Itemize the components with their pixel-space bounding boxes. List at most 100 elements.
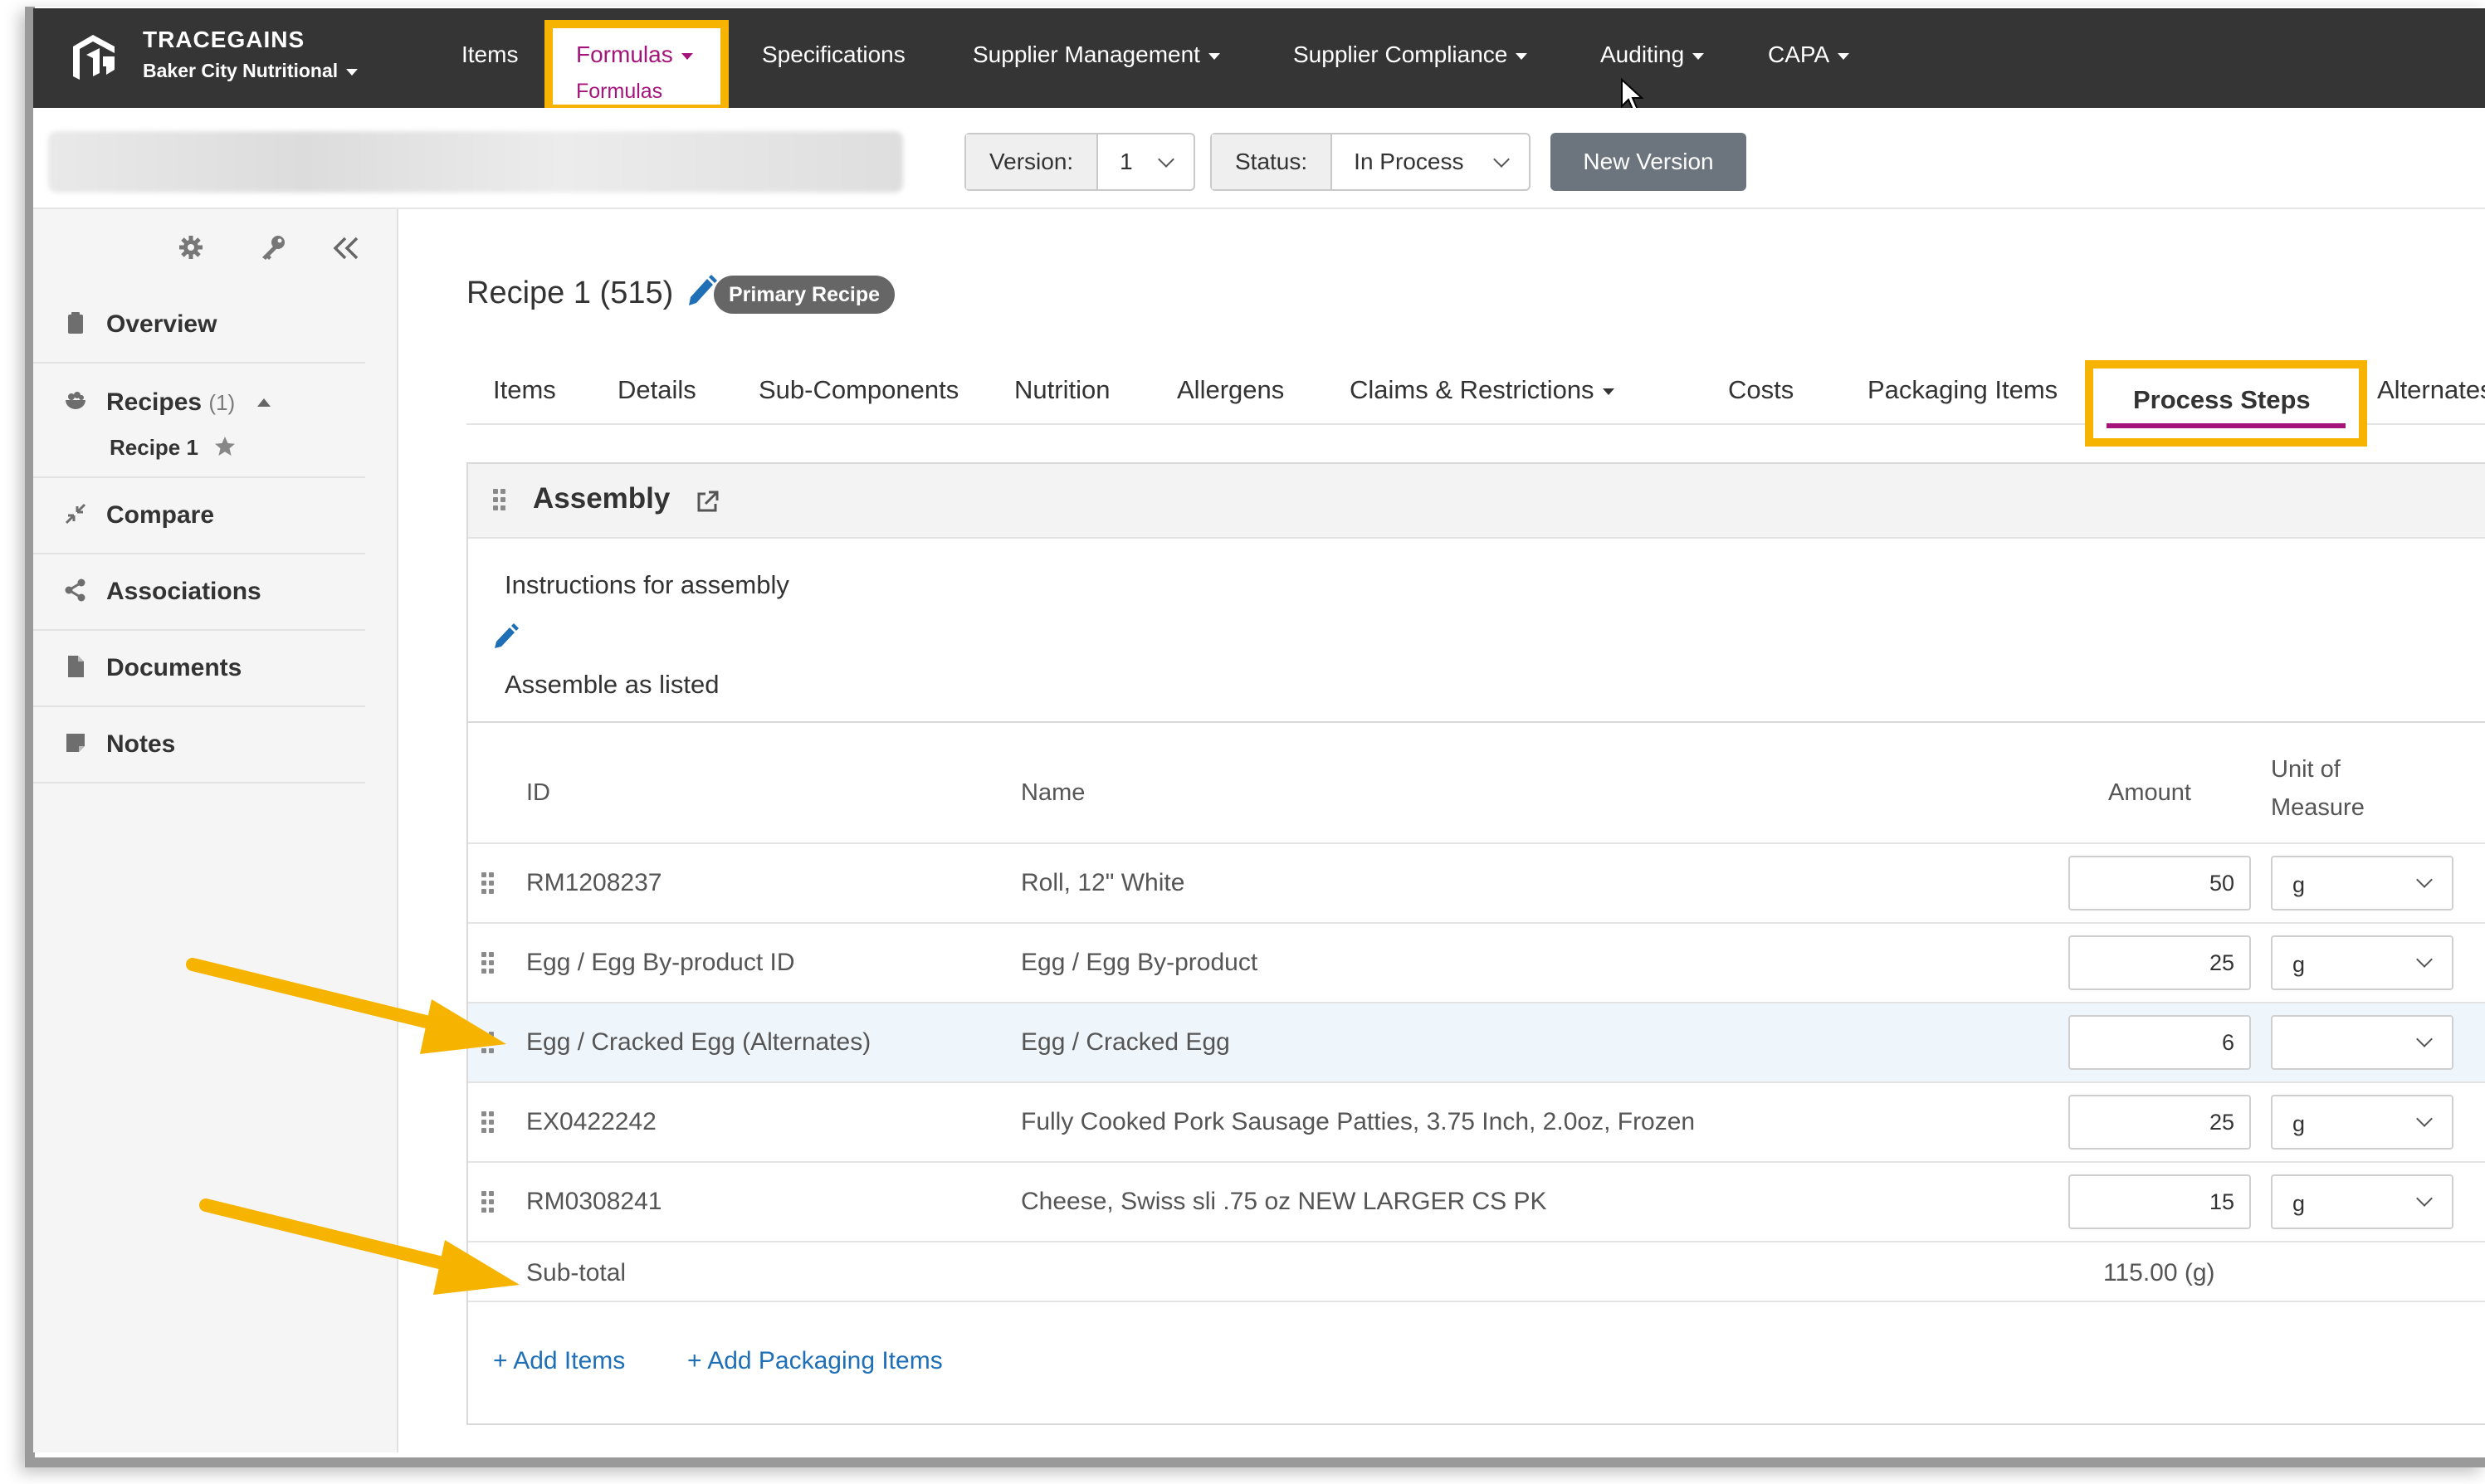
sidebar-item-overview[interactable]: Overview bbox=[33, 286, 365, 364]
star-icon bbox=[215, 437, 236, 456]
status-label: Status: bbox=[1212, 134, 1333, 189]
tab-packaging-items[interactable]: Packaging Items bbox=[1867, 375, 2058, 405]
column-header-amount: Amount bbox=[2108, 779, 2191, 806]
uom-select[interactable] bbox=[2271, 1015, 2453, 1070]
column-header-name: Name bbox=[1021, 779, 1086, 806]
page-title: Recipe 1 (515) bbox=[466, 276, 674, 310]
table-row[interactable]: RM1208237 Roll, 12" White 50 g bbox=[468, 842, 2485, 924]
nav-formulas-highlight[interactable]: Formulas Formulas bbox=[544, 20, 729, 113]
sidebar-item-recipes-label: Recipes (1) bbox=[106, 388, 271, 417]
recipe-tabs: Items Details Sub-Components Nutrition A… bbox=[466, 360, 2485, 447]
nav-auditing[interactable]: Auditing bbox=[1600, 41, 1705, 68]
app-window: TRACEGAINS Baker City Nutritional Items … bbox=[33, 8, 2485, 1452]
main-content: Recipe 1 (515) Primary Recipe Items Deta… bbox=[398, 209, 2485, 1452]
nav-items[interactable]: Items bbox=[461, 41, 518, 68]
caret-up-icon[interactable] bbox=[256, 398, 271, 407]
amount-input[interactable]: 15 bbox=[2068, 1174, 2251, 1229]
sidebar-item-label: Compare bbox=[106, 501, 215, 529]
org-switcher[interactable]: Baker City Nutritional bbox=[143, 60, 359, 82]
table-row[interactable]: EX0422242 Fully Cooked Pork Sausage Patt… bbox=[468, 1081, 2485, 1163]
caret-down-icon bbox=[346, 68, 359, 76]
external-link-icon[interactable] bbox=[694, 489, 720, 515]
uom-select[interactable]: g bbox=[2271, 1174, 2453, 1229]
nav-capa[interactable]: CAPA bbox=[1768, 41, 1850, 68]
tab-details[interactable]: Details bbox=[618, 375, 696, 405]
caret-down-icon bbox=[681, 52, 693, 60]
nav-specifications[interactable]: Specifications bbox=[762, 41, 906, 68]
nav-supplier-compliance[interactable]: Supplier Compliance bbox=[1293, 41, 1528, 68]
formula-subheader: Version: 1 Status: In Process New Versio… bbox=[33, 108, 2485, 209]
amount-input[interactable]: 25 bbox=[2068, 935, 2251, 990]
edit-pencil-icon[interactable] bbox=[684, 272, 717, 307]
table-row[interactable]: RM0308241 Cheese, Swiss sli .75 oz NEW L… bbox=[468, 1161, 2485, 1242]
tracegains-logo-icon[interactable] bbox=[68, 32, 120, 83]
nav-supplier-compliance-label: Supplier Compliance bbox=[1293, 41, 1508, 67]
sidebar-item-notes[interactable]: Notes bbox=[33, 705, 365, 783]
row-id: RM0308241 bbox=[526, 1188, 662, 1215]
uom-select[interactable]: g bbox=[2271, 856, 2453, 910]
table-row[interactable]: Egg / Egg By-product ID Egg / Egg By-pro… bbox=[468, 922, 2485, 1003]
recipe-1-label: Recipe 1 bbox=[110, 435, 198, 460]
new-version-button[interactable]: New Version bbox=[1550, 133, 1746, 191]
sidebar-item-label: Associations bbox=[106, 578, 261, 605]
sidebar-item-associations[interactable]: Associations bbox=[33, 553, 365, 631]
column-header-id: ID bbox=[526, 779, 550, 806]
row-id: RM1208237 bbox=[526, 869, 662, 896]
nav-formulas-submenu-item[interactable]: Formulas bbox=[576, 80, 662, 104]
sidebar-item-compare[interactable]: Compare bbox=[33, 476, 365, 554]
amount-input[interactable]: 6 bbox=[2068, 1015, 2251, 1070]
key-icon[interactable] bbox=[259, 234, 287, 261]
brand-name: TRACEGAINS bbox=[143, 27, 305, 52]
drag-handle-icon[interactable] bbox=[481, 1111, 495, 1133]
amount-input[interactable]: 50 bbox=[2068, 856, 2251, 910]
tab-sub-components[interactable]: Sub-Components bbox=[759, 375, 959, 405]
nav-formulas[interactable]: Formulas bbox=[576, 41, 693, 68]
tab-costs[interactable]: Costs bbox=[1728, 375, 1794, 405]
status-select[interactable]: Status: In Process bbox=[1210, 133, 1531, 191]
caret-down-icon bbox=[1838, 52, 1850, 60]
table-row-highlighted[interactable]: Egg / Cracked Egg (Alternates) Egg / Cra… bbox=[468, 1002, 2485, 1083]
add-items-link[interactable]: + Add Items bbox=[493, 1347, 625, 1375]
org-name: Baker City Nutritional bbox=[143, 60, 339, 81]
row-name: Egg / Egg By-product bbox=[1021, 949, 1258, 976]
share-icon bbox=[65, 578, 85, 602]
uom-value: g bbox=[2292, 1191, 2306, 1216]
collapse-sidebar-icon[interactable] bbox=[332, 236, 360, 261]
edit-instructions-pencil-icon[interactable] bbox=[491, 622, 520, 650]
tab-nutrition[interactable]: Nutrition bbox=[1014, 375, 1110, 405]
row-name: Fully Cooked Pork Sausage Patties, 3.75 … bbox=[1021, 1108, 1696, 1135]
subtotal-value: 115.00 (g) bbox=[2103, 1259, 2215, 1286]
nav-auditing-label: Auditing bbox=[1600, 41, 1685, 67]
tab-process-steps[interactable]: Process Steps bbox=[2085, 360, 2367, 447]
annotation-arrow-icon bbox=[199, 1198, 520, 1295]
subtotal-row: Sub-total 115.00 (g) bbox=[468, 1241, 2485, 1302]
uom-select[interactable]: g bbox=[2271, 1095, 2453, 1150]
amount-input[interactable]: 25 bbox=[2068, 1095, 2251, 1150]
uom-value: g bbox=[2292, 952, 2306, 977]
divider bbox=[468, 1301, 2485, 1302]
tab-alternates[interactable]: Alternates bbox=[2377, 375, 2485, 405]
screenshot-frame: TRACEGAINS Baker City Nutritional Items … bbox=[0, 0, 2485, 1484]
gear-icon[interactable] bbox=[178, 234, 204, 261]
tab-claims-restrictions[interactable]: Claims & Restrictions bbox=[1350, 375, 1614, 405]
brand[interactable]: TRACEGAINS Baker City Nutritional bbox=[143, 27, 359, 82]
active-tab-underline bbox=[2107, 423, 2346, 428]
drag-handle-icon[interactable] bbox=[481, 872, 495, 894]
nav-supplier-management[interactable]: Supplier Management bbox=[973, 41, 1220, 68]
chevron-down-icon bbox=[2416, 1111, 2433, 1127]
caret-down-icon bbox=[1692, 52, 1705, 60]
add-packaging-items-link[interactable]: + Add Packaging Items bbox=[687, 1347, 943, 1375]
tab-allergens[interactable]: Allergens bbox=[1177, 375, 1284, 405]
row-id: EX0422242 bbox=[526, 1108, 657, 1135]
chevron-down-icon bbox=[1493, 151, 1510, 168]
version-select[interactable]: Version: 1 bbox=[964, 133, 1195, 191]
uom-value: g bbox=[2292, 872, 2306, 897]
uom-select[interactable]: g bbox=[2271, 935, 2453, 990]
uom-value: g bbox=[2292, 1111, 2306, 1136]
sidebar-item-recipes[interactable]: Recipes (1) Recipe 1 bbox=[33, 364, 365, 478]
sidebar-item-documents[interactable]: Documents bbox=[33, 629, 365, 707]
sidebar-subitem-recipe-1[interactable]: Recipe 1 bbox=[110, 433, 236, 461]
tab-claims-label: Claims & Restrictions bbox=[1350, 375, 1594, 404]
tab-items[interactable]: Items bbox=[493, 375, 556, 405]
drag-handle-icon[interactable] bbox=[493, 489, 506, 510]
